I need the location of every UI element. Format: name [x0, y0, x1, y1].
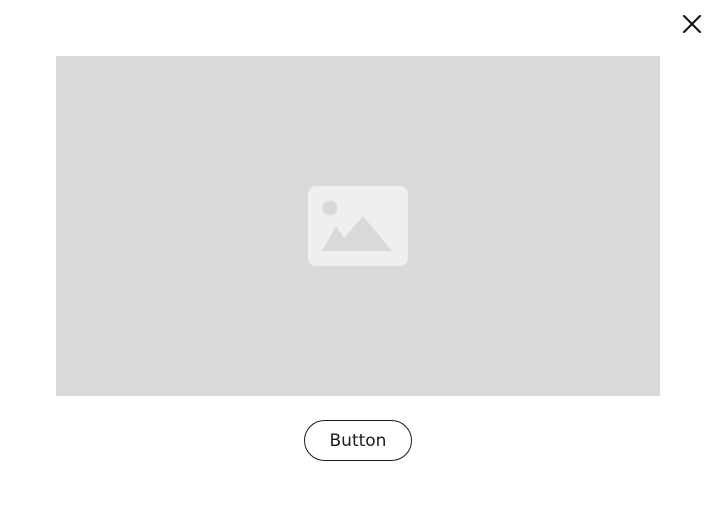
- close-icon: [683, 15, 701, 33]
- media-dialog: Button: [0, 0, 716, 517]
- close-button[interactable]: [678, 10, 706, 38]
- image-placeholder-icon: [308, 186, 408, 266]
- primary-button[interactable]: Button: [304, 420, 412, 461]
- media-placeholder: [56, 56, 660, 396]
